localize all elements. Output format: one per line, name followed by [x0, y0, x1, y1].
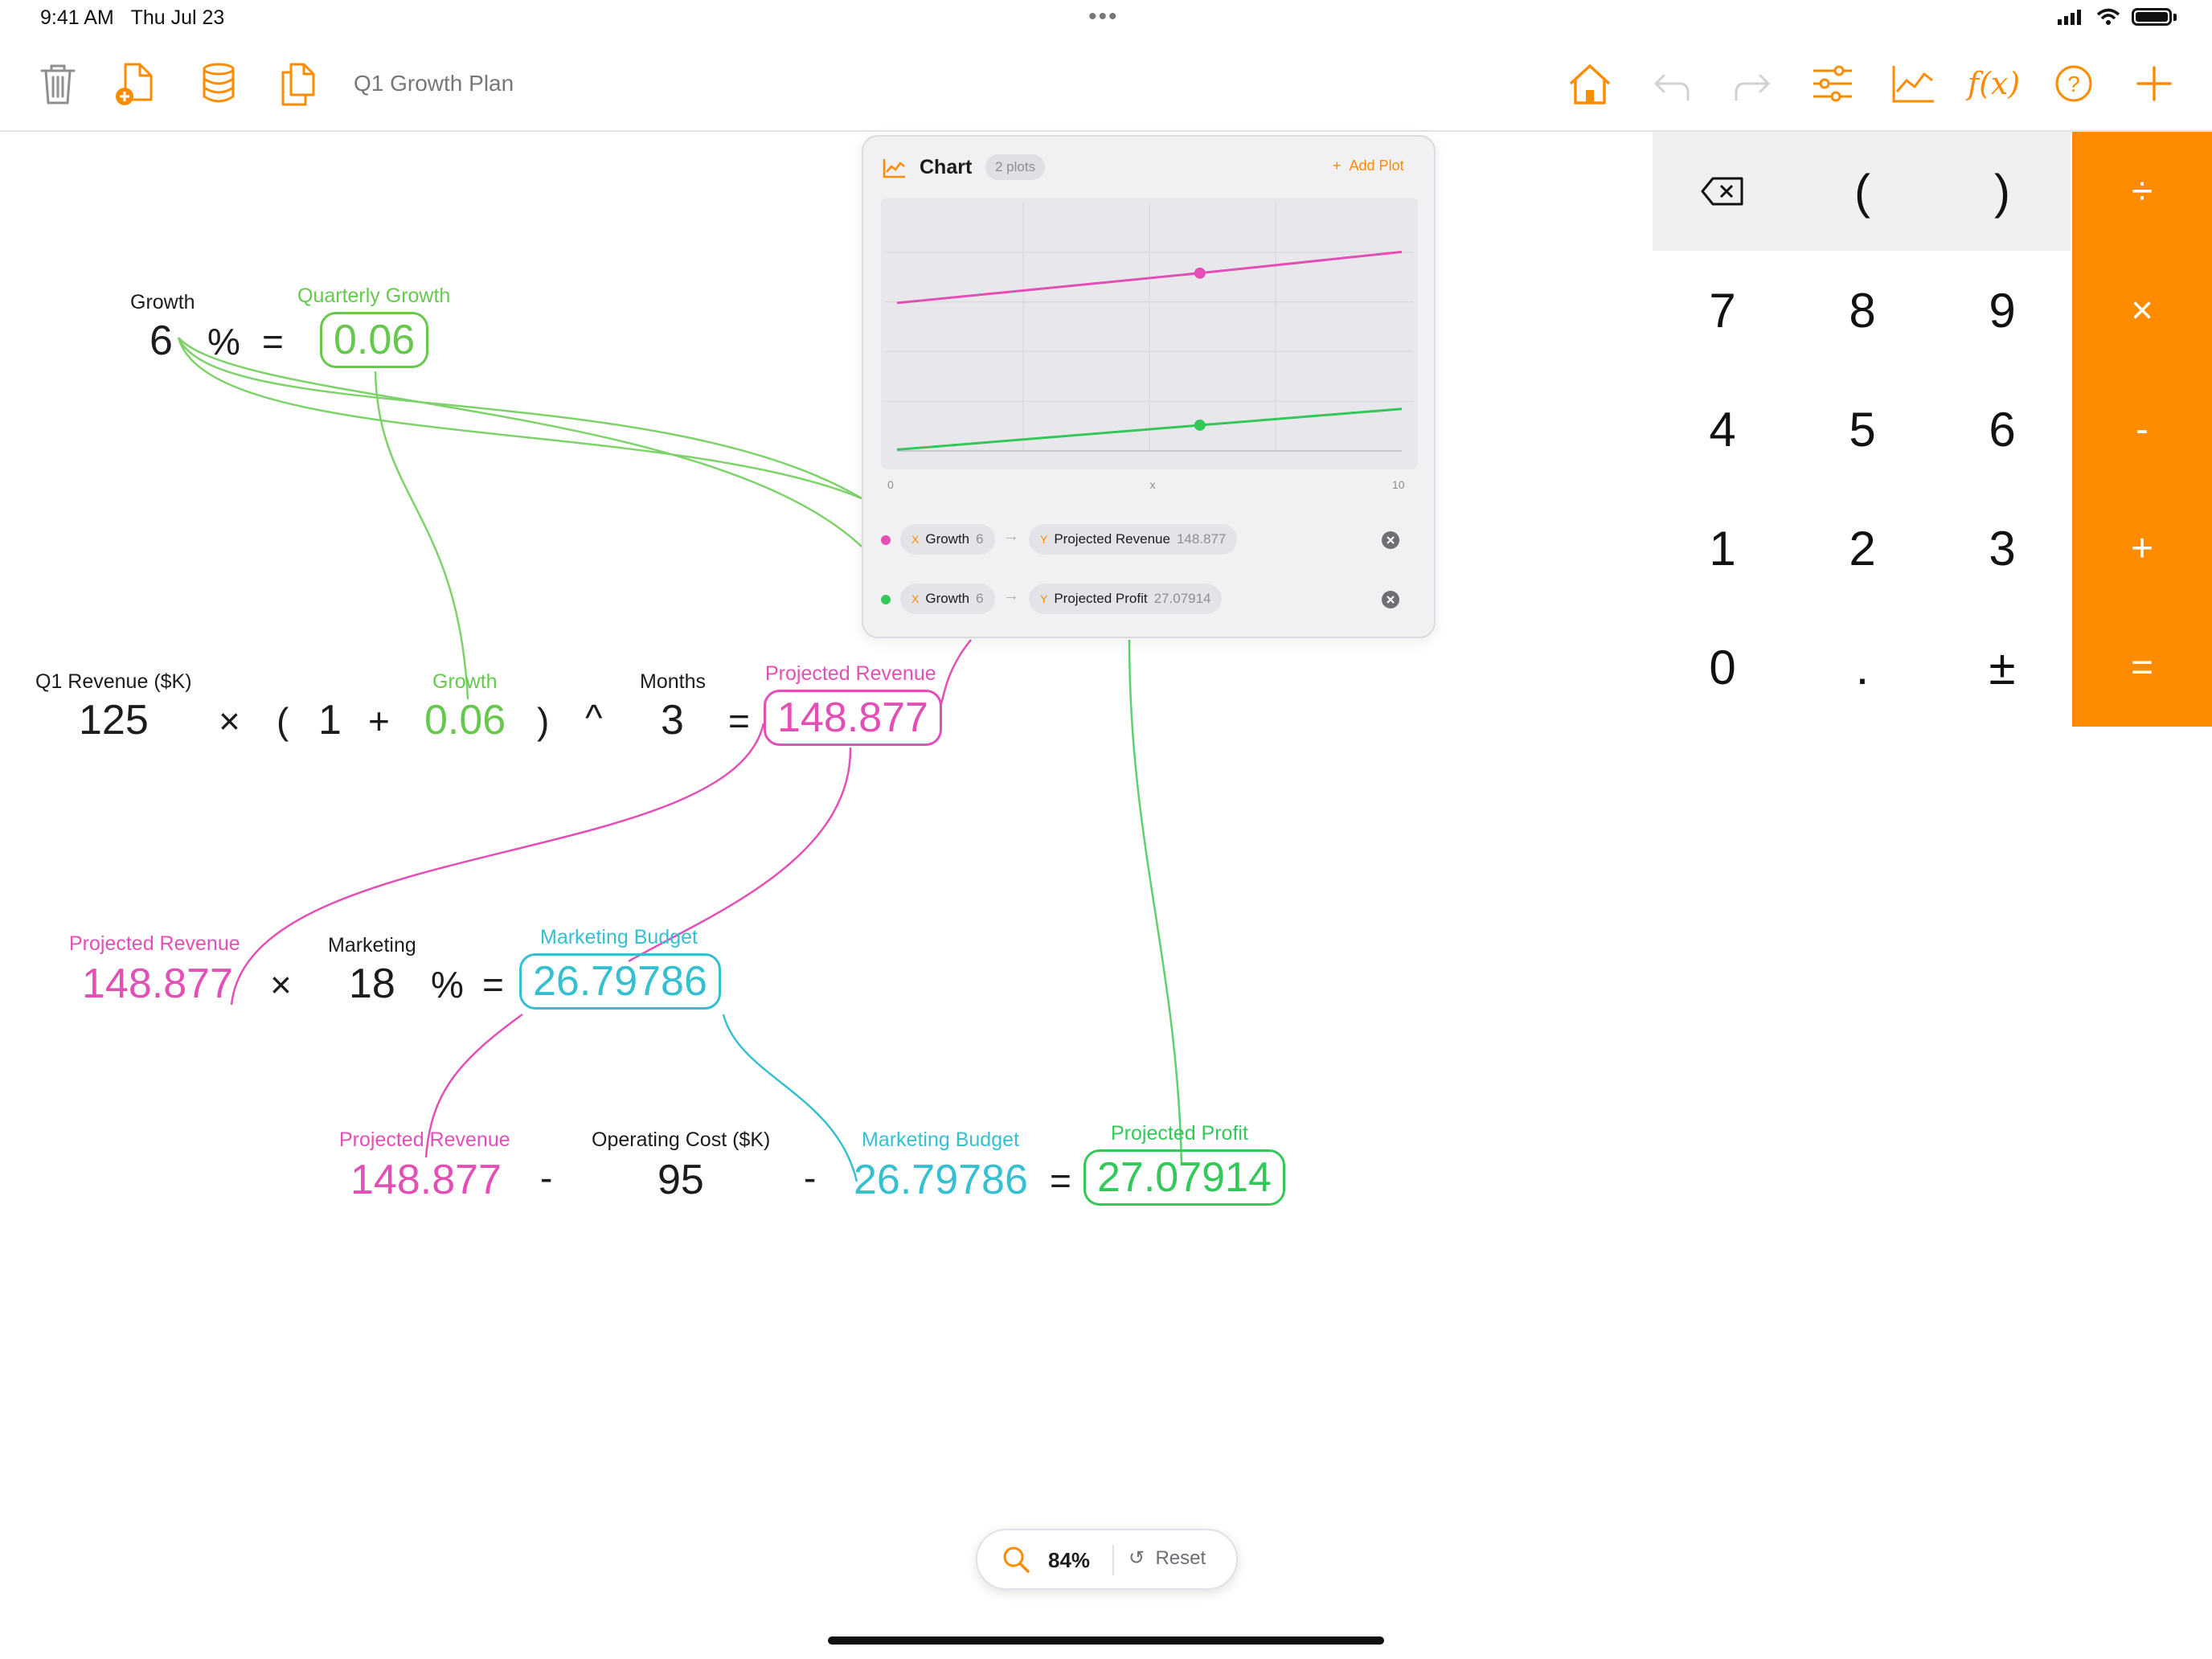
projected-revenue-ref-label: Projected Revenue: [339, 1129, 510, 1151]
x-axis-label: x: [1150, 478, 1156, 491]
projected-revenue-ref-label: Projected Revenue: [69, 932, 240, 955]
key-5[interactable]: 5: [1792, 370, 1932, 489]
percent-operator: %: [431, 964, 464, 1006]
marketing-budget-ref-value[interactable]: 26.79786: [854, 1156, 1028, 1204]
x-tick-label-0: 0: [887, 478, 894, 491]
marketing-budget-ref-label: Marketing Budget: [862, 1129, 1019, 1151]
arrow-right-icon: →: [1003, 587, 1019, 604]
equals-operator: =: [262, 321, 284, 363]
key-7[interactable]: 7: [1653, 251, 1792, 370]
months-label: Months: [640, 670, 706, 693]
quarterly-growth-label: Quarterly Growth: [297, 285, 451, 307]
magnifier-icon[interactable]: [1002, 1545, 1030, 1574]
key-4[interactable]: 4: [1653, 370, 1792, 489]
plot-2-color-dot: [881, 595, 891, 604]
divide-key[interactable]: ÷: [2072, 132, 2212, 251]
add-plot-button[interactable]: + Add Plot: [1333, 158, 1404, 174]
arrow-right-icon: →: [1003, 527, 1019, 545]
plot-1-remove-icon[interactable]: [1381, 530, 1400, 550]
equals-operator: =: [1050, 1160, 1071, 1202]
equals-operator: =: [482, 964, 504, 1006]
key-3[interactable]: 3: [1932, 489, 2072, 608]
minus-operator: -: [804, 1157, 817, 1198]
projected-revenue-ref-value[interactable]: 148.877: [82, 960, 233, 1008]
left-paren-key[interactable]: (: [1792, 132, 1932, 251]
chart-title: Chart: [920, 156, 973, 178]
x-tick-label-10: 10: [1392, 478, 1405, 491]
constant-one: 1: [318, 697, 342, 743]
minus-operator: -: [540, 1157, 553, 1198]
chart-icon: [883, 159, 905, 178]
q1-revenue-label: Q1 Revenue ($K): [35, 670, 192, 693]
reset-icon: ↺: [1129, 1547, 1145, 1569]
plot-2-y-chip[interactable]: Y Projected Profit 27.07914: [1029, 584, 1223, 614]
equals-key[interactable]: =: [2072, 608, 2212, 727]
home-indicator[interactable]: [828, 1636, 1384, 1645]
growth-label: Growth: [130, 291, 195, 313]
key-8[interactable]: 8: [1792, 251, 1932, 370]
right-paren-key[interactable]: ): [1932, 132, 2072, 251]
plot-2-remove-icon[interactable]: [1381, 590, 1400, 609]
caret-operator: ^: [585, 697, 603, 739]
equals-operator: =: [728, 700, 750, 742]
plot-1-color-dot: [881, 535, 891, 545]
plot-1-y-chip[interactable]: Y Projected Revenue 148.877: [1029, 524, 1238, 555]
marketing-budget-result[interactable]: 26.79786: [519, 953, 721, 1010]
key-9[interactable]: 9: [1932, 251, 2072, 370]
backspace-key[interactable]: [1653, 132, 1792, 251]
operating-cost-label: Operating Cost ($K): [592, 1129, 771, 1151]
series-point-1: [1194, 267, 1206, 279]
projected-profit-label: Projected Profit: [1111, 1122, 1248, 1145]
projected-revenue-label: Projected Revenue: [765, 662, 936, 685]
zoom-level[interactable]: 84%: [1048, 1548, 1090, 1573]
plus-operator: +: [368, 700, 390, 742]
times-operator: ×: [219, 700, 240, 742]
plot-2-x-chip[interactable]: X Growth 6: [900, 584, 995, 614]
plus-minus-key[interactable]: ±: [1932, 608, 2072, 727]
decimal-key[interactable]: .: [1792, 608, 1932, 727]
marketing-budget-label: Marketing Budget: [540, 926, 698, 948]
chart-panel: Chart 2 plots + Add Plot 0 10 x X Growth 6 →…: [862, 135, 1436, 638]
backspace-icon: [1701, 177, 1743, 206]
times-operator: ×: [270, 964, 292, 1006]
growth-value[interactable]: 6: [150, 317, 173, 365]
percent-operator: %: [207, 321, 240, 363]
right-paren: ): [537, 700, 550, 742]
reset-button[interactable]: ↺ Reset: [1129, 1546, 1206, 1570]
multiply-key[interactable]: ×: [2072, 251, 2212, 370]
key-1[interactable]: 1: [1653, 489, 1792, 608]
zoom-divider: [1112, 1545, 1114, 1575]
series-point-2: [1194, 419, 1206, 431]
calculator-keypad: ( ) 7 8 9 4 5 6 1 2 3 0 . ± ÷ × - + =: [1653, 132, 2212, 727]
key-6[interactable]: 6: [1932, 370, 2072, 489]
plus-icon: +: [1333, 158, 1342, 174]
left-paren: (: [276, 700, 289, 742]
marketing-value[interactable]: 18: [349, 960, 395, 1008]
growth-ref-label: Growth: [432, 670, 498, 693]
key-2[interactable]: 2: [1792, 489, 1932, 608]
subtract-key[interactable]: -: [2072, 370, 2212, 489]
projected-revenue-result[interactable]: 148.877: [764, 690, 942, 746]
months-value[interactable]: 3: [661, 696, 684, 744]
key-0[interactable]: 0: [1653, 608, 1792, 727]
line-chart[interactable]: 0 10 x: [881, 198, 1418, 497]
zoom-control: 84% ↺ Reset: [976, 1529, 1238, 1590]
marketing-label: Marketing: [328, 934, 416, 956]
growth-ref-value[interactable]: 0.06: [424, 696, 506, 744]
operating-cost-value[interactable]: 95: [657, 1156, 704, 1204]
q1-revenue-value[interactable]: 125: [79, 696, 149, 744]
projected-profit-result[interactable]: 27.07914: [1083, 1149, 1285, 1206]
plot-1-x-chip[interactable]: X Growth 6: [900, 524, 995, 555]
projected-revenue-ref-value[interactable]: 148.877: [350, 1156, 502, 1204]
plots-count-badge: 2 plots: [985, 154, 1046, 180]
quarterly-growth-result[interactable]: 0.06: [320, 312, 429, 368]
add-key[interactable]: +: [2072, 489, 2212, 608]
